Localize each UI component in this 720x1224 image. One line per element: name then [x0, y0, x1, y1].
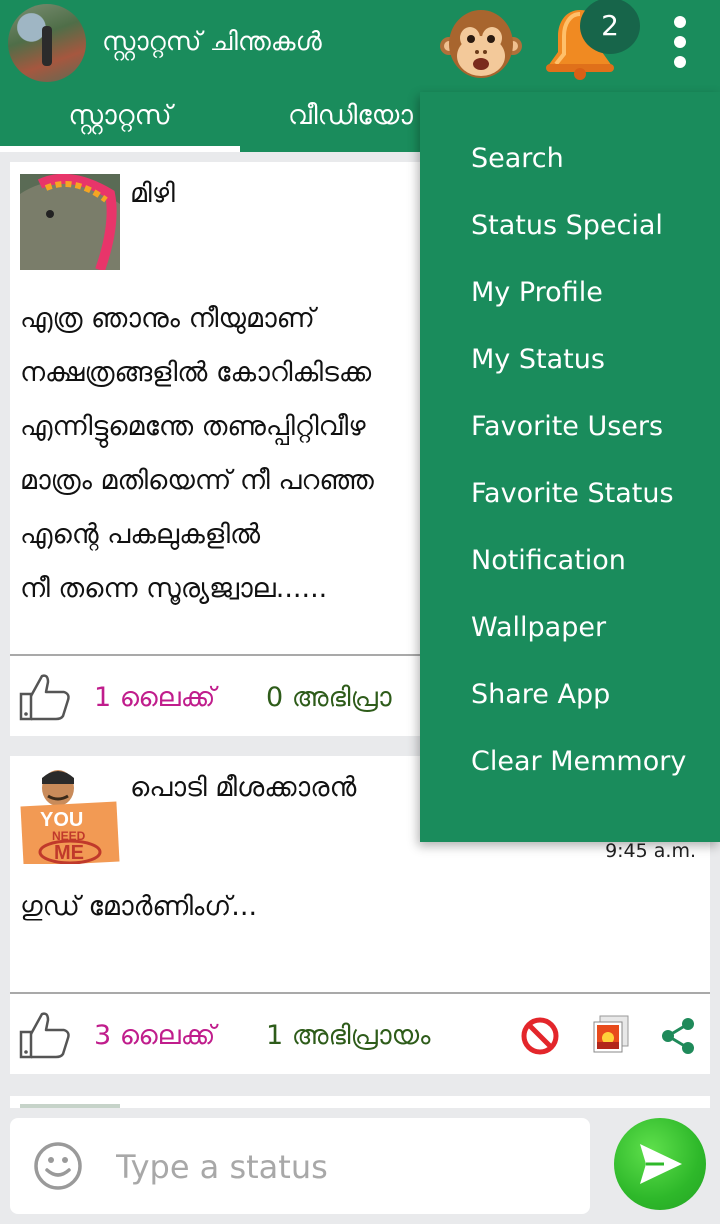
- app-logo-avatar[interactable]: [8, 4, 86, 82]
- send-button[interactable]: [614, 1118, 706, 1210]
- divider: [10, 992, 710, 994]
- avatar-sign-me: ME: [54, 842, 84, 864]
- post-time: 9:45 a.m.: [605, 840, 696, 862]
- post-text: ഗുഡ് മോർണിംഗ്...: [20, 891, 258, 922]
- tab-status[interactable]: സ്റ്റാറ്റസ്: [0, 96, 240, 148]
- app-title: സ്റ്റാറ്റസ് ചിന്തകൾ: [102, 27, 322, 57]
- post-username[interactable]: മിഴി: [130, 172, 175, 216]
- monkey-emoji-icon[interactable]: [440, 6, 522, 82]
- post-action-row: 3 ലൈക്ക് 1 അഭിപ്രായം: [10, 996, 710, 1076]
- like-count[interactable]: 1 ലൈക്ക്: [94, 676, 215, 720]
- status-input[interactable]: [114, 1140, 578, 1194]
- post-card-partial: [10, 1096, 710, 1108]
- user-avatar[interactable]: YOU NEED ME: [20, 768, 120, 864]
- post-username[interactable]: പൊടി മീശക്കാരൻ: [130, 766, 356, 810]
- menu-item-share-app[interactable]: Share App: [471, 661, 610, 728]
- like-thumb-icon[interactable]: [18, 672, 72, 722]
- user-avatar-partial: [20, 1104, 120, 1108]
- comment-count[interactable]: 0 അഭിപ്രാ: [266, 676, 392, 720]
- menu-item-favorite-users[interactable]: Favorite Users: [471, 393, 663, 460]
- overflow-menu-icon[interactable]: [662, 12, 698, 72]
- share-icon[interactable]: [660, 1016, 696, 1056]
- avatar-sign-you: YOU: [40, 809, 83, 831]
- block-icon[interactable]: [520, 1016, 560, 1056]
- wallpaper-icon[interactable]: [592, 1014, 630, 1054]
- tab-indicator: [0, 146, 240, 152]
- menu-item-clear-memory[interactable]: Clear Memmory: [471, 728, 686, 795]
- send-icon: [640, 1144, 682, 1184]
- menu-item-status-special[interactable]: Status Special: [471, 192, 663, 259]
- menu-item-my-status[interactable]: My Status: [471, 326, 605, 393]
- menu-item-my-profile[interactable]: My Profile: [471, 259, 603, 326]
- menu-item-notification[interactable]: Notification: [471, 527, 626, 594]
- menu-item-favorite-status[interactable]: Favorite Status: [471, 460, 674, 527]
- overflow-menu: Search Status Special My Profile My Stat…: [420, 92, 720, 842]
- menu-item-wallpaper[interactable]: Wallpaper: [471, 594, 606, 661]
- menu-item-search[interactable]: Search: [471, 125, 564, 192]
- like-count[interactable]: 3 ലൈക്ക്: [94, 1014, 215, 1058]
- smiley-emoji-icon[interactable]: [32, 1140, 84, 1192]
- notification-count-badge[interactable]: 2: [580, 0, 640, 54]
- user-avatar[interactable]: [20, 174, 120, 270]
- comment-count[interactable]: 1 അഭിപ്രായം: [266, 1014, 430, 1058]
- status-composer: [10, 1118, 590, 1214]
- like-thumb-icon[interactable]: [18, 1010, 72, 1060]
